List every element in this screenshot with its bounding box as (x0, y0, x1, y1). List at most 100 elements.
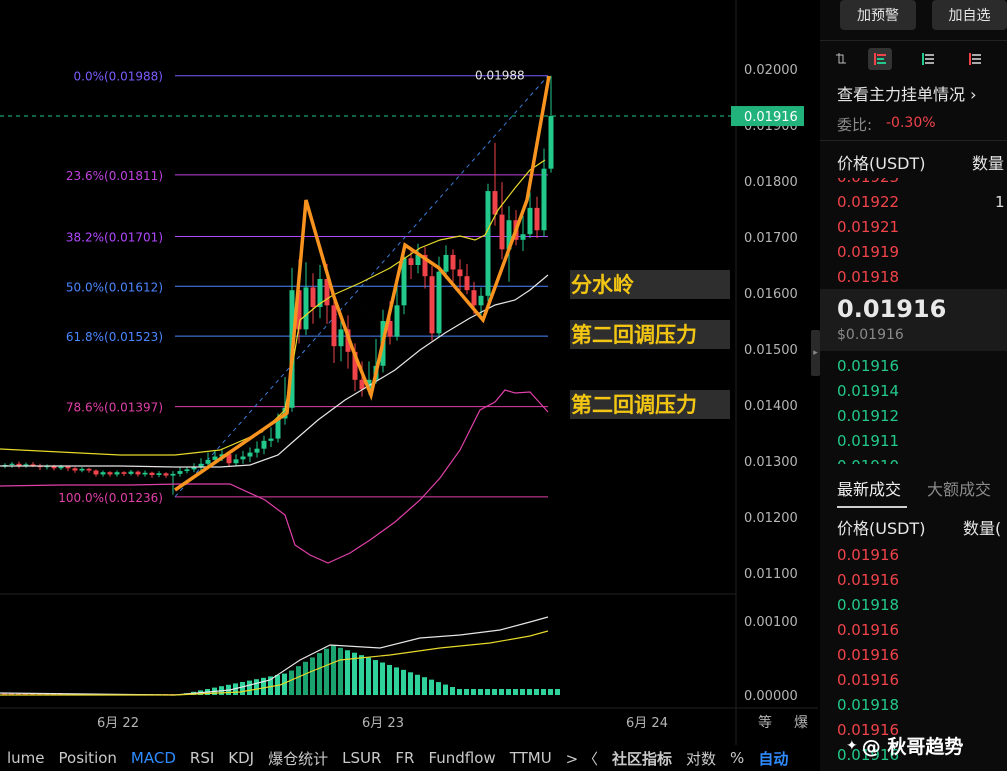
trade-row[interactable]: 0.01916 (837, 646, 899, 664)
candle-body (86, 468, 92, 471)
tab-expand-icon[interactable]: > 〈 (566, 748, 598, 769)
candle-body (527, 207, 533, 235)
macd-histogram-bar (541, 689, 546, 695)
ask-row[interactable]: 0.01922 (837, 193, 899, 211)
macd-tick-label: 0.00000 (744, 689, 798, 704)
candle-body (338, 329, 344, 347)
candle-body (177, 471, 183, 474)
fib-level-label: 61.8%(0.01523) (66, 330, 163, 344)
macd-histogram-bar (310, 657, 315, 695)
current-price-label: 0.01916 (744, 110, 798, 125)
watermark-text: @ 秋哥趋势 (861, 736, 964, 758)
ask-row[interactable]: 0.01923 (837, 178, 899, 186)
bid-row[interactable]: 0.01914 (837, 382, 899, 400)
macd-signal-yellow (0, 630, 549, 696)
tab-percent[interactable]: % (730, 749, 744, 767)
add-alert-button[interactable]: 加预警 (840, 0, 916, 30)
last-price-usd: $0.01916 (837, 327, 904, 343)
macd-histogram-bar (464, 689, 469, 695)
macd-histogram-bar (296, 666, 301, 695)
candle-body (142, 472, 148, 475)
fib-level-label: 100.0%(0.01236) (58, 491, 163, 505)
candle-body (492, 191, 498, 215)
candle-body (499, 214, 505, 250)
ask-row[interactable]: 0.01918 (837, 268, 899, 286)
fib-level-label: 0.0%(0.01988) (74, 70, 163, 84)
macd-histogram-bar (429, 679, 434, 695)
ask-row[interactable]: 0.01919 (837, 243, 899, 261)
orderbook-both-icon[interactable] (868, 48, 892, 70)
candle-body (534, 207, 540, 231)
tab-volume[interactable]: lume (7, 749, 45, 767)
candle-body (156, 473, 162, 475)
orderbook-view-icon[interactable] (829, 48, 853, 70)
candle-body (485, 191, 491, 296)
tab-kdj[interactable]: KDJ (228, 749, 254, 767)
trade-row[interactable]: 0.01916 (837, 621, 899, 639)
tab-large-trades[interactable]: 大额成交 (927, 476, 991, 500)
candle-body (436, 271, 442, 334)
tab-latest-trades[interactable]: 最新成交 (837, 476, 901, 500)
depth-link-label: 查看主力挂单情况 (837, 85, 966, 104)
tab-ttmu[interactable]: TTMU (510, 749, 552, 767)
trade-row[interactable]: 0.01918 (837, 596, 899, 614)
active-tab-underline (837, 506, 907, 508)
trade-row[interactable]: 0.01918 (837, 696, 899, 714)
tab-auto[interactable]: 自动 (758, 748, 788, 769)
tab-fr[interactable]: FR (395, 749, 414, 767)
macd-histogram-bar (415, 674, 420, 695)
last-price: 0.01916 (837, 295, 947, 323)
macd-histogram-bar (471, 689, 476, 695)
macd-histogram-bar (317, 653, 322, 695)
trade-row[interactable]: 0.01916 (837, 571, 899, 589)
bid-row[interactable]: 0.01912 (837, 407, 899, 425)
add-watchlist-label: 加自选 (948, 8, 991, 24)
macd-histogram-bar (520, 689, 525, 695)
tab-liquidation[interactable]: 爆仓统计 (268, 748, 328, 769)
tab-rsi[interactable]: RSI (190, 749, 214, 767)
add-watchlist-button[interactable]: 加自选 (932, 0, 1007, 30)
tab-position[interactable]: Position (59, 749, 117, 767)
candle-body (478, 295, 484, 306)
chevron-right-icon: ▸ (813, 348, 818, 358)
tab-community-indicators[interactable]: 社区指标 (612, 748, 672, 769)
candle-body (30, 464, 36, 466)
ask-list: 0.01923 0.01922 1 0.01921 0.01919 0.01918 (820, 178, 1007, 290)
candle-body (247, 452, 253, 457)
tab-lsur[interactable]: LSUR (342, 749, 381, 767)
candlestick-chart[interactable]: 0.020000.019000.018000.017000.016000.015… (0, 0, 818, 745)
orderbook-bids-icon[interactable] (916, 48, 940, 70)
macd-histogram-bar (380, 662, 385, 695)
macd-histogram-bar (492, 689, 497, 695)
chart-area[interactable]: 0.02000 0.01900 0.01800 0.01700 0.01600 0.015… (0, 0, 818, 771)
macd-histogram-bar (373, 660, 378, 695)
depth-link[interactable]: 查看主力挂单情况 › (837, 81, 977, 105)
ask-row[interactable]: 0.01921 (837, 218, 899, 236)
panel-collapse-handle[interactable]: ▸ (811, 330, 820, 376)
price-tick-label: 0.01100 (744, 567, 798, 582)
candle-body (58, 466, 64, 469)
candle-body (184, 469, 190, 472)
bid-row[interactable]: 0.01916 (837, 357, 899, 375)
bid-row[interactable]: 0.01910 (837, 457, 899, 464)
macd-histogram-bar (436, 682, 441, 695)
tab-fundflow[interactable]: Fundflow (428, 749, 495, 767)
trade-row[interactable]: 0.01916 (837, 546, 899, 564)
time-tick-label: 6月 24 (626, 716, 668, 731)
macd-histogram-bar (534, 689, 539, 695)
divider (820, 140, 1007, 141)
trades-price-header: 价格(USDT) (837, 519, 926, 538)
candle-body (93, 470, 99, 475)
fib-level-label: 50.0%(0.01612) (66, 280, 163, 294)
tab-log-scale[interactable]: 对数 (686, 748, 716, 769)
bid-row[interactable]: 0.01911 (837, 432, 899, 450)
macd-histogram-bar (527, 689, 532, 695)
candle-body (541, 168, 547, 231)
candle-body (520, 234, 526, 240)
macd-histogram-bar (303, 661, 308, 695)
candle-body (149, 472, 155, 475)
trade-row[interactable]: 0.01916 (837, 671, 899, 689)
orderbook-asks-icon[interactable] (963, 48, 987, 70)
candle-body (471, 290, 477, 306)
tab-macd[interactable]: MACD (131, 749, 176, 767)
